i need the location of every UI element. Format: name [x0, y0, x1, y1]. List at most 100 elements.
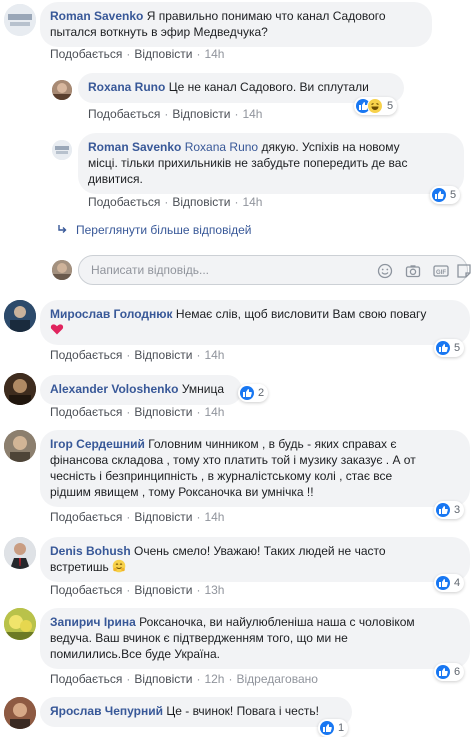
- svg-text:GIF: GIF: [436, 270, 446, 276]
- reaction-summary[interactable]: 2: [238, 384, 269, 402]
- like-icon: [436, 341, 450, 355]
- camera-icon[interactable]: [405, 263, 421, 279]
- reply-link[interactable]: Відповісти: [134, 348, 192, 362]
- like-link[interactable]: Подобається: [50, 510, 122, 524]
- gif-icon[interactable]: GIF: [433, 263, 449, 279]
- comment-author[interactable]: Alexander Voloshenko: [50, 382, 178, 396]
- comment-bubble: Запирич Ірина Роксаночка, ви найулюблені…: [40, 608, 470, 669]
- timestamp[interactable]: 14h: [242, 195, 262, 209]
- avatar[interactable]: [4, 300, 36, 332]
- timestamp[interactable]: 12h: [204, 672, 224, 686]
- comment-author[interactable]: Roman Savenko: [50, 9, 143, 23]
- comment-author[interactable]: Ігор Сердешний: [50, 437, 145, 451]
- like-link[interactable]: Подобається: [50, 672, 122, 686]
- like-icon: [320, 721, 334, 735]
- avatar-image: [4, 697, 36, 729]
- view-more-replies-link[interactable]: Переглянути більше відповідей: [56, 223, 251, 237]
- avatar[interactable]: [52, 140, 72, 160]
- like-link[interactable]: Подобається: [50, 583, 122, 597]
- like-icon: [436, 503, 450, 517]
- reaction-summary[interactable]: 5: [354, 97, 398, 115]
- like-link[interactable]: Подобається: [50, 47, 122, 61]
- timestamp[interactable]: 14h: [204, 405, 224, 419]
- reply-arrow-icon: [58, 225, 67, 233]
- like-link[interactable]: Подобається: [88, 107, 160, 121]
- avatar[interactable]: [4, 430, 36, 462]
- edited-label[interactable]: Відредаговано: [236, 672, 317, 686]
- comment-text: Це - вчинок! Повага і честь!: [166, 704, 319, 718]
- reply-actions: Подобається · Відповісти · 14h: [88, 107, 263, 121]
- like-icon: [240, 386, 254, 400]
- reaction-count: 3: [454, 504, 461, 516]
- reaction-count: 6: [454, 666, 461, 678]
- reaction-count: 2: [258, 387, 265, 399]
- reply-link[interactable]: Відповісти: [172, 107, 230, 121]
- reply-text: Це не канал Садового. Ви сплутали: [168, 80, 369, 94]
- reaction-summary[interactable]: 5: [434, 339, 465, 357]
- avatar[interactable]: [52, 80, 72, 100]
- mention-link[interactable]: Roxana Runo: [185, 140, 258, 154]
- reply-link[interactable]: Відповісти: [134, 47, 192, 61]
- comment-text: пытался воткнуть в эфир Медведчука?: [50, 25, 268, 39]
- comment-text: Умница: [181, 382, 225, 396]
- reply-author[interactable]: Roman Savenko: [88, 140, 181, 154]
- avatar-image: [4, 430, 36, 462]
- reaction-count: 4: [454, 577, 461, 589]
- avatar-image: [52, 140, 72, 160]
- timestamp[interactable]: 13h: [204, 583, 224, 597]
- reply-text: місці. тільки прихильників не забудьте п…: [88, 156, 408, 170]
- comment-text: Немає слів, щоб висловити Вам свою поваг…: [175, 307, 427, 321]
- reaction-count: 5: [450, 189, 457, 201]
- reply-bubble: Roman Savenko Roxana Runo дякую. Успіхів…: [78, 133, 464, 194]
- like-icon: [436, 665, 450, 679]
- timestamp[interactable]: 14h: [204, 510, 224, 524]
- reaction-summary[interactable]: 5: [430, 186, 461, 204]
- avatar[interactable]: [4, 608, 36, 640]
- sticker-icon[interactable]: [457, 263, 472, 279]
- comment-actions: Подобається · Відповісти · 14h: [50, 405, 225, 419]
- like-link[interactable]: Подобається: [50, 348, 122, 362]
- reply-bubble: Roxana Runo Це не канал Садового. Ви спл…: [78, 73, 404, 103]
- timestamp[interactable]: 14h: [204, 47, 224, 61]
- avatar-image: [4, 608, 36, 640]
- comment-author[interactable]: Ярослав Чепурний: [50, 704, 163, 718]
- reply-text: дивитися.: [88, 172, 143, 186]
- reply-actions: Подобається · Відповісти · 14h: [88, 195, 263, 209]
- reaction-summary[interactable]: 4: [434, 574, 465, 592]
- comment-author[interactable]: Мирослав Голоднюк: [50, 307, 173, 321]
- reply-text: дякую. Успіхів на новому: [261, 140, 400, 154]
- current-user-avatar: [52, 260, 72, 280]
- comment-author[interactable]: Запирич Ірина: [50, 615, 136, 629]
- reply-link[interactable]: Відповісти: [172, 195, 230, 209]
- comment-bubble: Ярослав Чепурний Це - вчинок! Повага і ч…: [40, 697, 352, 727]
- view-more-replies-label: Переглянути більше відповідей: [76, 223, 252, 237]
- comment-bubble: Мирослав Голоднюк Немає слів, щоб вислов…: [40, 300, 470, 345]
- reply-input[interactable]: [89, 262, 363, 278]
- timestamp[interactable]: 14h: [204, 348, 224, 362]
- reaction-summary[interactable]: 3: [434, 501, 465, 519]
- like-link[interactable]: Подобається: [50, 405, 122, 419]
- smiley-icon[interactable]: [377, 263, 393, 279]
- reaction-summary[interactable]: 6: [434, 663, 465, 681]
- comment-actions: Подобається · Відповісти · 14h: [50, 510, 225, 524]
- comment-bubble: Alexander Voloshenko Умница: [40, 375, 242, 405]
- like-link[interactable]: Подобається: [88, 195, 160, 209]
- avatar[interactable]: [4, 697, 36, 729]
- timestamp[interactable]: 14h: [242, 107, 262, 121]
- comment-author[interactable]: Denis Bohush: [50, 544, 131, 558]
- avatar-image: [4, 300, 36, 332]
- reply-link[interactable]: Відповісти: [134, 672, 192, 686]
- comment-text: Очень смело! Уважаю! Таких людей не част…: [134, 544, 386, 558]
- hugging-face-icon: [112, 559, 126, 573]
- reply-author[interactable]: Roxana Runo: [88, 80, 165, 94]
- reply-link[interactable]: Відповісти: [134, 510, 192, 524]
- avatar[interactable]: [4, 373, 36, 405]
- comment-text: фінансова складова , тому хто платить то…: [50, 453, 416, 467]
- reply-link[interactable]: Відповісти: [134, 583, 192, 597]
- reaction-count: 1: [338, 722, 345, 734]
- avatar[interactable]: [4, 537, 36, 569]
- reply-link[interactable]: Відповісти: [134, 405, 192, 419]
- avatar[interactable]: [4, 4, 36, 36]
- reaction-summary[interactable]: 1: [318, 719, 349, 737]
- comment-text: рідшим явищем , тому Роксаночка ви умніч…: [50, 485, 314, 499]
